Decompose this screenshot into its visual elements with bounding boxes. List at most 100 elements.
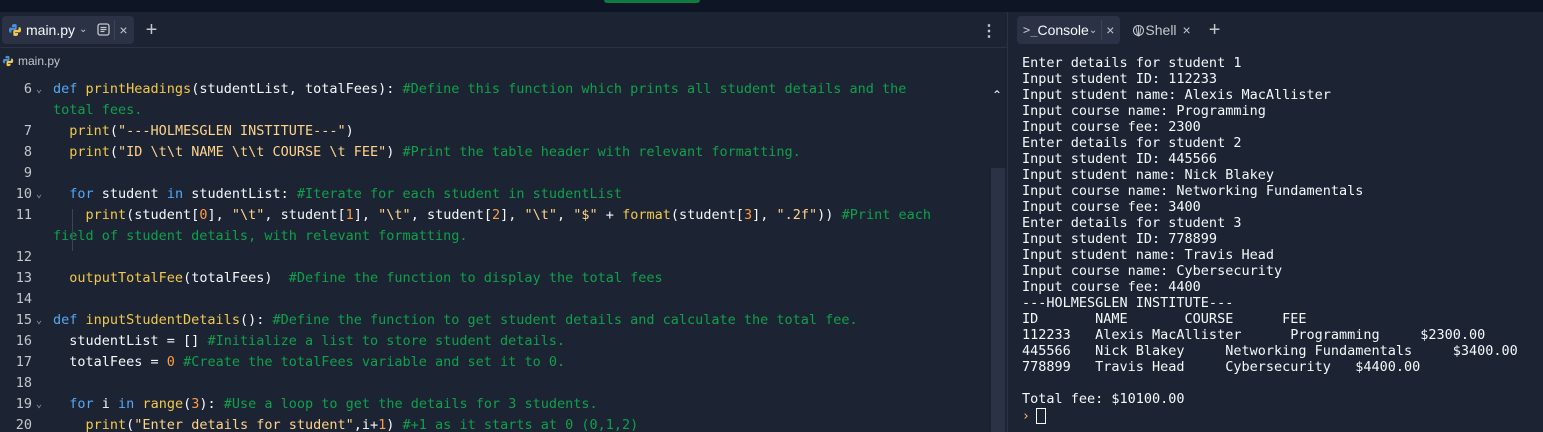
code-token: ], xyxy=(752,207,777,223)
code-token: outputTotalFee xyxy=(69,270,184,286)
console-line: 778899 Travis Head Cybersecurity $4400.0… xyxy=(1022,359,1421,375)
code-token: #Print the table header with relevant fo… xyxy=(402,144,801,160)
code-token: ], xyxy=(207,207,232,223)
chevron-down-icon[interactable]: ⌄ xyxy=(79,24,87,35)
code-token: (student[ xyxy=(126,207,200,223)
console-line: Enter details for student 2 xyxy=(1022,135,1242,151)
breadcrumb-file[interactable]: main.py xyxy=(18,54,60,68)
add-tab-button[interactable]: + xyxy=(146,20,158,40)
add-tab-button[interactable]: + xyxy=(1209,20,1221,40)
fold-up-icon[interactable]: ⌃ xyxy=(992,88,1002,102)
line-number: 11 xyxy=(15,207,32,223)
editor-scrollbar[interactable] xyxy=(991,168,1005,432)
code-token: "\t" xyxy=(524,207,558,223)
code-line[interactable]: def inputStudentDetails(): #Define the f… xyxy=(53,312,858,328)
more-options-icon[interactable]: ⋮ xyxy=(981,21,997,41)
code-token: )) xyxy=(817,207,834,223)
code-token: field of student details, with relevant … xyxy=(53,228,468,244)
code-token: #Define the function to display the tota… xyxy=(288,270,663,286)
code-token: for xyxy=(69,396,94,412)
code-token: #Define this function which prints all s… xyxy=(402,81,907,97)
fold-chevron-icon[interactable]: ⌄ xyxy=(36,315,42,326)
code-token: #Iterate for each student in studentList xyxy=(296,186,622,202)
document-outline-icon[interactable] xyxy=(97,23,111,36)
code-line[interactable]: print("Enter details for student",i+1) #… xyxy=(53,417,639,432)
code-line[interactable]: field of student details, with relevant … xyxy=(53,228,468,244)
code-token: for xyxy=(69,186,94,202)
code-token: ( xyxy=(183,396,192,412)
fold-chevron-icon[interactable]: ⌄ xyxy=(36,399,42,410)
fold-chevron-icon[interactable]: ⌄ xyxy=(36,189,42,200)
code-line[interactable]: totalFees = 0 #Create the totalFees vari… xyxy=(53,354,565,370)
code-token: inputStudentDetails xyxy=(85,312,240,328)
code-line[interactable]: def printHeadings(studentList, totalFees… xyxy=(53,81,906,97)
code-token: (totalFees) xyxy=(183,270,289,286)
code-token: , student[ xyxy=(264,207,346,223)
code-token: studentList = [] xyxy=(53,333,208,349)
line-number: 20 xyxy=(15,417,32,432)
divider xyxy=(1101,20,1103,40)
console-line: Input student ID: 112233 xyxy=(1022,71,1218,87)
code-line[interactable]: total fees. xyxy=(53,102,142,118)
console-line: 112233 Alexis MacAllister Programming $2… xyxy=(1022,327,1486,343)
line-number: 7 xyxy=(23,123,32,139)
code-line[interactable]: studentList = [] #Initialize a list to s… xyxy=(53,333,565,349)
code-token: print xyxy=(69,123,110,139)
code-token: format xyxy=(622,207,671,223)
code-line[interactable]: print("---HOLMESGLEN INSTITUTE---") xyxy=(53,123,354,139)
terminal-icon: >_ xyxy=(1023,23,1038,37)
tab-shell[interactable]: Shell × xyxy=(1126,16,1196,44)
code-token: 3 xyxy=(744,207,753,223)
code-token: range xyxy=(142,396,184,412)
code-token: ,i+ xyxy=(353,417,379,432)
close-icon[interactable]: × xyxy=(1106,22,1114,38)
tab-main-py[interactable]: main.py ⌄ × xyxy=(2,15,134,44)
fold-chevron-icon[interactable]: ⌄ xyxy=(36,84,42,95)
code-token: (student[ xyxy=(670,207,744,223)
code-token: "---HOLMESGLEN INSTITUTE---" xyxy=(118,123,346,139)
console-output[interactable]: Enter details for student 1 Input student… xyxy=(1022,55,1537,407)
console-line: 445566 Nick Blakey Networking Fundamenta… xyxy=(1022,343,1518,359)
code-token: ): xyxy=(199,396,224,412)
editor-tabbar: main.py ⌄ × + ⋮ xyxy=(0,12,1007,48)
code-token: 2 xyxy=(491,207,501,223)
code-token: (): xyxy=(239,312,273,328)
close-icon[interactable]: × xyxy=(119,22,127,38)
console-line: Input course name: Networking Fundamenta… xyxy=(1022,183,1364,199)
line-number: 13 xyxy=(15,270,32,286)
code-token: "ID \t\t NAME \t\t COURSE \t FEE" xyxy=(118,144,387,160)
code-token: "\t" xyxy=(231,207,265,223)
tab-label: main.py xyxy=(26,21,76,38)
code-line[interactable]: for student in studentList: #Iterate for… xyxy=(53,186,622,202)
console-line: Input course fee: 3400 xyxy=(1022,199,1201,215)
console-line: Enter details for student 1 xyxy=(1022,55,1242,71)
code-line[interactable]: print("ID \t\t NAME \t\t COURSE \t FEE")… xyxy=(53,144,801,160)
code-token: #Use a loop to get the details for 3 stu… xyxy=(223,396,598,412)
close-icon[interactable]: × xyxy=(1183,22,1191,38)
console-line: Input student name: Travis Head xyxy=(1022,247,1274,263)
line-number: 18 xyxy=(15,375,32,391)
code-token: "$" xyxy=(573,207,598,223)
line-number: 15 xyxy=(15,312,32,328)
code-editor[interactable]: 6 ⌄ def printHeadings(studentList, totalFe… xyxy=(0,76,990,432)
code-line[interactable]: outputTotalFee(totalFees) #Define the fu… xyxy=(53,270,663,286)
console-line: ---HOLMESGLEN INSTITUTE--- xyxy=(1022,295,1234,311)
chevron-down-icon[interactable]: ⌄ xyxy=(1089,25,1097,36)
console-line: Input student name: Nick Blakey xyxy=(1022,167,1274,183)
line-number: 14 xyxy=(15,291,32,307)
console-line: Total fee: $10100.00 xyxy=(1022,391,1185,407)
console-line: Input course name: Cybersecurity xyxy=(1022,263,1283,279)
code-token: studentList: xyxy=(183,186,297,202)
console-prompt[interactable]: › xyxy=(1022,408,1046,424)
code-token: "\t" xyxy=(378,207,411,223)
code-line[interactable]: for i in range(3): #Use a loop to get th… xyxy=(53,396,598,412)
code-line[interactable]: print(student[0], "\t", student[1], "\t"… xyxy=(53,207,931,223)
run-button-indicator[interactable] xyxy=(604,0,700,3)
code-token: ], xyxy=(353,207,379,223)
tab-console[interactable]: >_ Console ⌄ × xyxy=(1017,16,1121,44)
code-token: ) xyxy=(345,123,354,139)
